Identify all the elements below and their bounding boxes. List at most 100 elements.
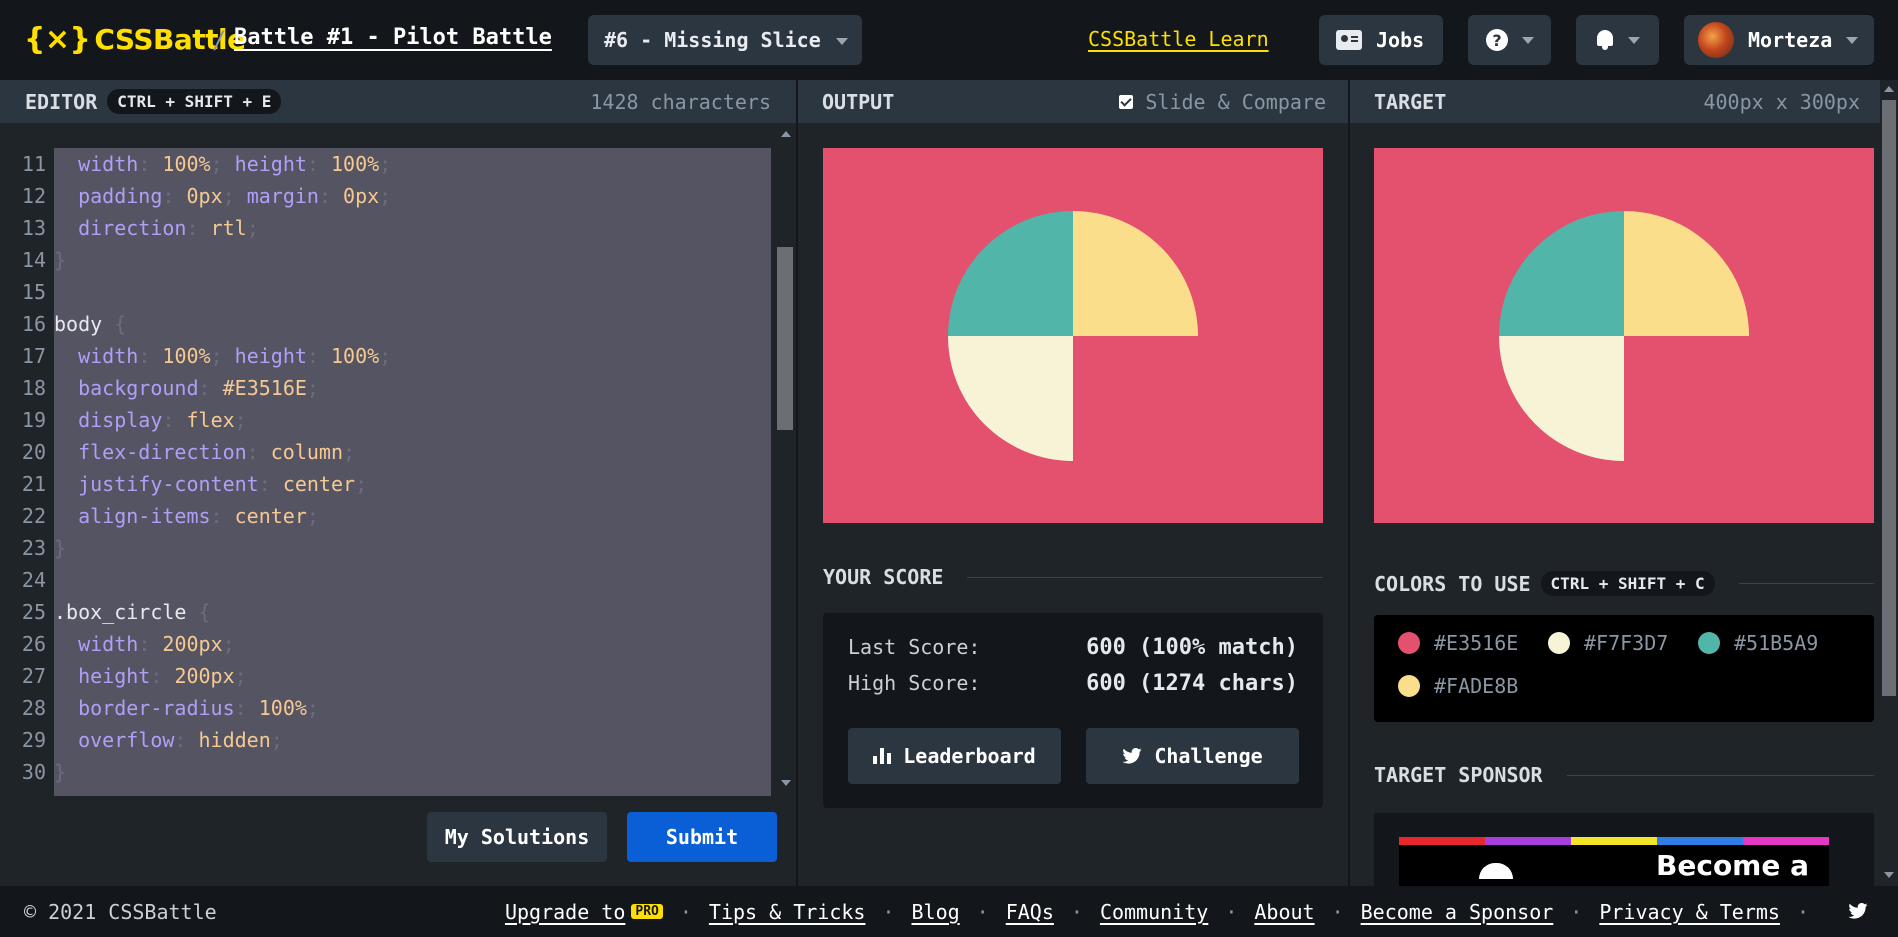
css-property: padding [78, 184, 163, 208]
code-line: } [54, 532, 391, 564]
css-value: 100% [331, 152, 380, 176]
jobs-button[interactable]: Jobs [1319, 15, 1443, 65]
css-selector: body [54, 312, 103, 336]
css-value: rtl [210, 216, 247, 240]
output-canvas[interactable] [823, 148, 1323, 523]
id-card-icon [1336, 30, 1362, 50]
code-line: width: 100%; height: 100%; [54, 340, 391, 372]
color-swatch[interactable]: #FADE8B [1398, 674, 1518, 698]
editor-scrollbar[interactable] [776, 123, 795, 796]
footer-link-upgrade[interactable]: Upgrade to PRO [505, 900, 663, 924]
slide-compare-toggle[interactable]: Slide & Compare [1119, 90, 1326, 114]
last-score-value: 600 (100% match) [1086, 635, 1298, 660]
leaderboard-button[interactable]: Leaderboard [848, 728, 1061, 784]
scroll-up-icon[interactable] [781, 131, 791, 137]
css-brace: { [114, 312, 127, 336]
line-number: 27 [21, 664, 46, 688]
line-number: 18 [21, 376, 46, 400]
footer-separator: · [1331, 899, 1344, 924]
scroll-down-icon[interactable] [781, 780, 791, 786]
notifications-button[interactable] [1576, 15, 1659, 65]
yellow-quarter [1073, 210, 1198, 336]
sponsor-banner[interactable]: Become a [1374, 813, 1874, 886]
target-image[interactable] [1374, 148, 1874, 523]
line-number: 11 [21, 152, 46, 176]
css-value: center [282, 472, 356, 496]
line-number: 17 [21, 344, 46, 368]
user-menu-button[interactable]: Morteza [1684, 15, 1874, 65]
scroll-down-icon[interactable] [1884, 872, 1894, 878]
footer-links: Upgrade to PRO · Tips & Tricks · Blog · F… [505, 900, 1826, 924]
output-header: OUTPUT Slide & Compare [798, 80, 1348, 123]
color-swatch[interactable]: #51B5A9 [1698, 631, 1818, 655]
code-line: } [54, 244, 391, 276]
slide-compare-checkbox[interactable] [1119, 94, 1134, 109]
code-lines[interactable]: width: 100%; height: 100%; padding: 0px;… [54, 148, 391, 788]
teal-quarter [1499, 210, 1624, 336]
leaderboard-label: Leaderboard [903, 744, 1036, 768]
pro-badge: PRO [631, 903, 663, 919]
target-select-label: #6 - Missing Slice [604, 28, 821, 52]
footer-separator: · [882, 899, 895, 924]
footer-link-about[interactable]: About [1254, 900, 1314, 924]
twitter-icon[interactable] [1848, 903, 1868, 919]
css-value: 0px [186, 184, 223, 208]
output-label: OUTPUT [822, 89, 895, 114]
page-scroll-thumb[interactable] [1882, 100, 1896, 696]
footer-link-community[interactable]: Community [1100, 900, 1208, 924]
css-brace: { [198, 600, 211, 624]
target-panel: COLORS TO USE CTRL + SHIFT + C #E3516E #… [1350, 123, 1882, 886]
css-property: width [78, 632, 139, 656]
color-swatch[interactable]: #E3516E [1398, 631, 1518, 655]
editor-header: EDITOR CTRL + SHIFT + E 1428 characters [0, 80, 796, 123]
line-number: 26 [21, 632, 46, 656]
cssbattle-learn-link[interactable]: CSSBattle Learn [1088, 27, 1269, 51]
submit-button[interactable]: Submit [627, 812, 777, 862]
line-number: 15 [21, 280, 46, 304]
line-number: 23 [21, 536, 46, 560]
jobs-label: Jobs [1376, 28, 1425, 52]
challenge-button[interactable]: Challenge [1086, 728, 1299, 784]
scroll-up-icon[interactable] [1884, 86, 1894, 92]
css-property: width [78, 152, 139, 176]
css-value: 200px [162, 632, 223, 656]
footer-link-privacy[interactable]: Privacy & Terms [1599, 900, 1780, 924]
footer-link-sponsor[interactable]: Become a Sponsor [1361, 900, 1554, 924]
css-property: border-radius [78, 696, 235, 720]
editor-shortcut-badge: CTRL + SHIFT + E [107, 89, 282, 114]
css-selector: .box_circle [54, 600, 187, 624]
footer-link-tips[interactable]: Tips & Tricks [709, 900, 866, 924]
yellow-quarter [1624, 210, 1749, 336]
css-property: background [78, 376, 199, 400]
battle-title-link[interactable]: Battle #1 - Pilot Battle [234, 25, 552, 50]
logo-brace-icon: {×} [24, 22, 91, 57]
editor-scroll-thumb[interactable] [777, 247, 793, 430]
target-select-dropdown[interactable]: #6 - Missing Slice [588, 15, 862, 65]
help-menu-button[interactable]: ? [1468, 15, 1551, 65]
css-brace: } [54, 760, 67, 784]
line-number: 20 [21, 440, 46, 464]
code-editor[interactable]: 11 12 13 14 15 16 17 18 19 20 21 22 23 24 25 26 27 28 29 30… [0, 123, 796, 919]
footer-link-faqs[interactable]: FAQs [1006, 900, 1054, 924]
footer-separator: · [1225, 899, 1238, 924]
sponsor-heading: TARGET SPONSOR [1374, 763, 1874, 787]
color-dot [1398, 632, 1420, 654]
line-number: 16 [21, 312, 46, 336]
code-line: overflow: hidden; [54, 724, 391, 756]
css-property: height [234, 152, 307, 176]
line-number-gutter: 11 12 13 14 15 16 17 18 19 20 21 22 23 24 25 26 27 28 29 30 [0, 148, 54, 788]
divider [967, 576, 1323, 578]
my-solutions-button[interactable]: My Solutions [427, 812, 607, 862]
score-heading-label: YOUR SCORE [823, 565, 944, 589]
footer-link-blog[interactable]: Blog [912, 900, 960, 924]
color-swatch[interactable]: #F7F3D7 [1548, 631, 1668, 655]
sponsor-heading-label: TARGET SPONSOR [1374, 763, 1543, 787]
high-score-row: High Score: 600 (1274 chars) [848, 671, 1298, 696]
css-value: column [270, 440, 344, 464]
sponsor-text: Become a [1656, 849, 1809, 882]
cream-quarter [948, 335, 1073, 461]
